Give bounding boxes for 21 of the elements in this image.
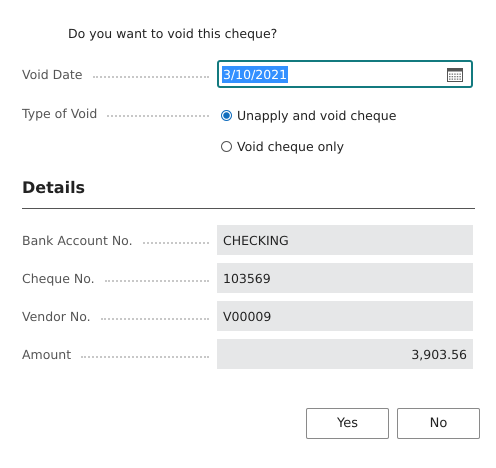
date-value: 3/10/2021	[222, 66, 288, 82]
calendar-icon[interactable]	[447, 66, 463, 82]
field-label: Amount	[22, 346, 72, 362]
dialog-button[interactable]: No	[397, 408, 480, 439]
radio-button[interactable]	[221, 140, 232, 152]
read-only-field: 103569	[217, 263, 473, 293]
read-only-field: V00009	[217, 301, 473, 331]
field-label: Cheque No.	[22, 270, 95, 286]
field-label: Vendor No.	[22, 308, 91, 324]
field-label: Void Date	[22, 66, 82, 82]
radio-button[interactable]	[221, 110, 232, 120]
radio-label[interactable]: Unapply and void cheque	[237, 108, 396, 122]
leader-dots	[142, 240, 209, 244]
field-label: Bank Account No.	[22, 232, 133, 248]
radio-label[interactable]: Void cheque only	[237, 138, 344, 154]
field-label: Type of Void	[22, 106, 98, 121]
read-only-field: 3,903.56	[217, 339, 473, 369]
dialog-button[interactable]: Yes	[306, 408, 389, 439]
section-heading: Details	[22, 178, 86, 199]
read-only-field: CHECKING	[217, 225, 473, 255]
dialog-message: Do you want to void this cheque?	[67, 25, 278, 42]
